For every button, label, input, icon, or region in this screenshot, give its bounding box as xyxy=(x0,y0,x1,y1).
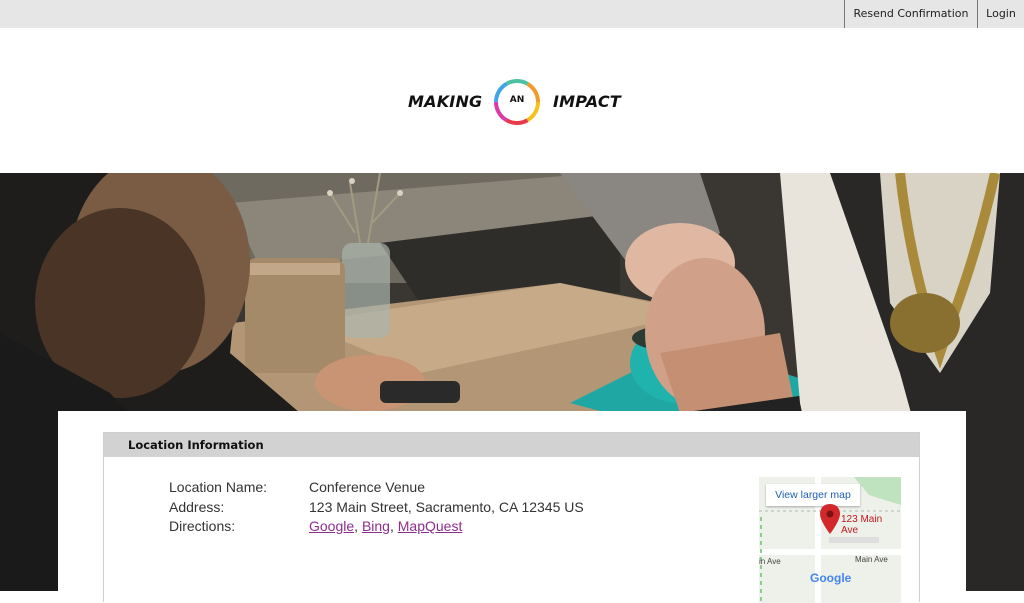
location-panel: Location Information Location Name: Conf… xyxy=(103,432,920,603)
logo-word-impact: IMPACT xyxy=(553,92,621,111)
site-header: MAKING AN IMPACT xyxy=(0,28,1024,173)
address-value: 123 Main Street, Sacramento, CA 12345 US xyxy=(309,498,584,515)
map-pin-icon xyxy=(820,504,840,534)
location-name-value: Conference Venue xyxy=(309,479,425,495)
map-street-label-left: in Ave xyxy=(759,557,781,566)
resend-confirmation-link[interactable]: Resend Confirmation xyxy=(844,0,977,28)
mapquest-directions-link[interactable]: MapQuest xyxy=(398,518,463,534)
login-link[interactable]: Login xyxy=(977,0,1024,28)
google-logo: Google xyxy=(810,571,851,585)
logo-word-an: AN xyxy=(509,95,525,105)
map-street-label-right: Main Ave xyxy=(855,555,888,564)
bing-directions-link[interactable]: Bing xyxy=(362,518,390,534)
view-larger-map-button[interactable]: View larger map xyxy=(766,484,860,506)
location-name-label: Location Name: xyxy=(169,479,268,495)
map-pin-label: 123 Main Ave xyxy=(841,514,883,536)
logo-word-making: MAKING xyxy=(408,92,483,111)
directions-label: Directions: xyxy=(169,518,236,534)
making-an-impact-logo[interactable]: MAKING AN IMPACT xyxy=(408,76,621,130)
top-bar: Resend Confirmation Login xyxy=(0,0,1024,28)
link-separator: , xyxy=(389,518,398,534)
directions-links: Google, Bing, MapQuest xyxy=(309,518,462,534)
link-separator: , xyxy=(354,518,362,534)
address-label: Address: xyxy=(169,498,225,515)
location-map[interactable]: View larger map 123 Main Ave in Ave Main… xyxy=(759,477,901,603)
location-section-title: Location Information xyxy=(128,438,264,452)
location-panel-header: Location Information xyxy=(104,433,919,457)
content-card: Location Information Location Name: Conf… xyxy=(58,411,966,603)
google-directions-link[interactable]: Google xyxy=(309,518,354,534)
google-logo-text: Google xyxy=(810,571,852,585)
